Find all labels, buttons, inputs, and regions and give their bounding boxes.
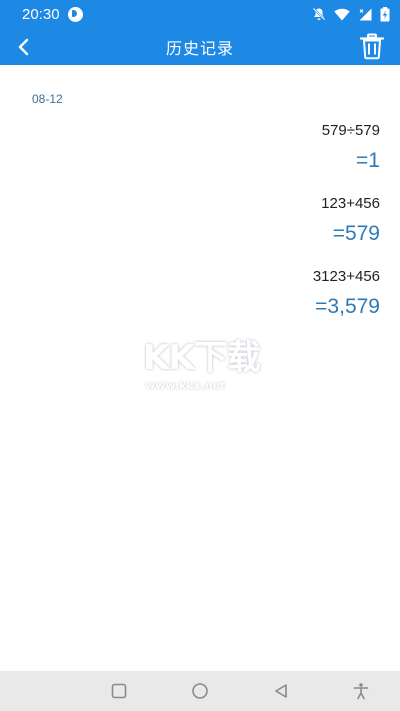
record-expression: 123+456 bbox=[321, 195, 380, 212]
record-result: =579 bbox=[332, 222, 380, 245]
system-nav-bar bbox=[0, 671, 400, 711]
accessibility-icon bbox=[353, 683, 369, 700]
signal-icon bbox=[359, 8, 372, 20]
accessibility-button[interactable] bbox=[352, 682, 370, 700]
status-icons bbox=[312, 6, 390, 22]
watermark-url: www.kkx.net bbox=[145, 379, 226, 392]
app-notification-icon bbox=[67, 6, 83, 22]
recents-square-icon bbox=[111, 683, 127, 699]
back-button[interactable] bbox=[12, 35, 36, 59]
history-list: 08-12 579÷579 =1 123+456 =579 3123+456 =… bbox=[0, 65, 400, 671]
status-time: 20:30 bbox=[22, 5, 60, 23]
page-title: 历史记录 bbox=[165, 38, 234, 58]
nav-back-button[interactable] bbox=[272, 682, 290, 700]
history-record[interactable]: 3123+456 =3,579 bbox=[313, 268, 380, 319]
watermark-logo: KK下载 bbox=[143, 338, 261, 378]
chevron-left-icon bbox=[18, 38, 29, 56]
trash-icon bbox=[359, 33, 385, 60]
home-button[interactable] bbox=[191, 682, 209, 700]
record-result: =1 bbox=[356, 149, 380, 172]
status-bar: 20:30 bbox=[0, 0, 400, 28]
record-result: =3,579 bbox=[315, 295, 380, 318]
recents-button[interactable] bbox=[110, 682, 128, 700]
record-expression: 3123+456 bbox=[312, 268, 380, 285]
delete-history-button[interactable] bbox=[358, 32, 386, 60]
watermark: KK下载 www.kkx.net bbox=[143, 330, 263, 392]
history-record[interactable]: 123+456 =579 bbox=[321, 195, 380, 246]
mute-icon bbox=[312, 7, 326, 21]
back-triangle-icon bbox=[275, 684, 287, 698]
history-date: 08-12 bbox=[32, 92, 63, 106]
home-circle-icon bbox=[192, 683, 208, 699]
history-record[interactable]: 579÷579 =1 bbox=[322, 122, 380, 173]
battery-charging-icon bbox=[380, 6, 390, 21]
record-expression: 579÷579 bbox=[321, 122, 380, 139]
app-bar: 历史记录 bbox=[0, 28, 400, 65]
wifi-icon bbox=[334, 8, 350, 20]
